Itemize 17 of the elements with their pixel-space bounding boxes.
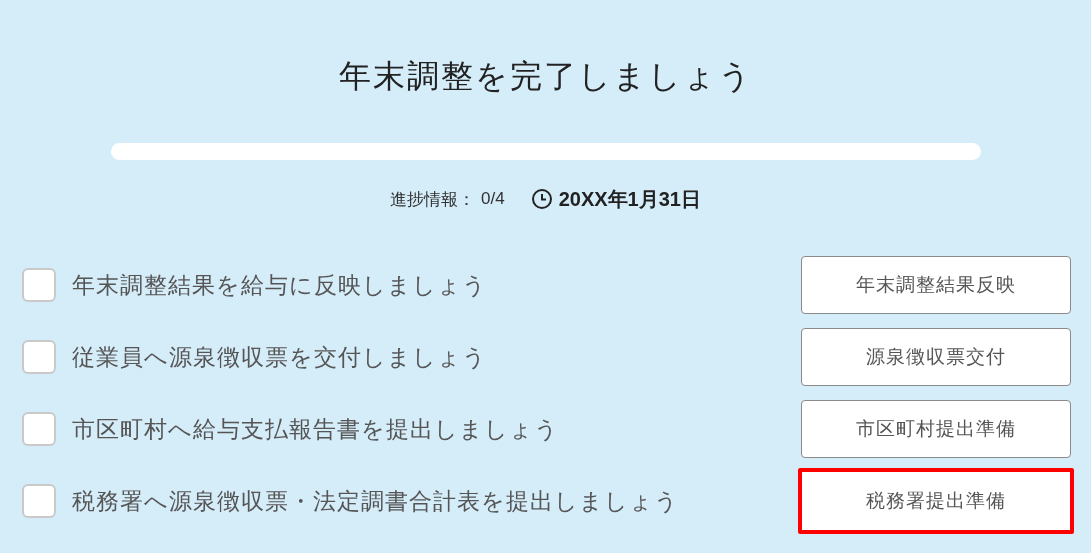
page-title: 年末調整を完了しましょう — [337, 57, 754, 96]
task-label: 市区町村へ給与支払報告書を提出しましょう — [72, 414, 560, 444]
task-label: 従業員へ源泉徴収票を交付しましょう — [72, 342, 488, 372]
checkbox[interactable] — [22, 412, 56, 446]
task-label: 税務署へ源泉徴収票・法定調書合計表を提出しましょう — [72, 486, 680, 516]
clock-icon — [530, 188, 553, 210]
deadline-date: 20XX年1月31日 — [558, 186, 701, 212]
checkbox[interactable] — [22, 268, 56, 302]
action-button[interactable]: 年末調整結果反映 — [801, 256, 1071, 314]
action-button[interactable]: 市区町村提出準備 — [801, 400, 1071, 458]
checkbox[interactable] — [22, 484, 56, 518]
checkbox[interactable] — [22, 340, 56, 374]
progress-label: 進捗情報： — [390, 188, 476, 211]
action-button[interactable]: 源泉徴収票交付 — [801, 328, 1071, 386]
progress-count: 0/4 — [481, 189, 505, 209]
task-label: 年末調整結果を給与に反映しましょう — [72, 270, 488, 300]
action-button[interactable]: 税務署提出準備 — [798, 468, 1074, 534]
